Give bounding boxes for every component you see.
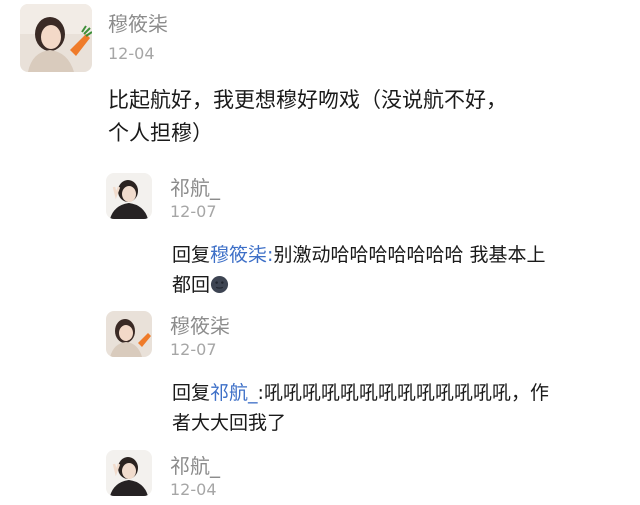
- avatar-reply-3[interactable]: [106, 450, 152, 496]
- avatar-reply-2[interactable]: [106, 311, 152, 357]
- comment-text-line-2: 个人担穆）: [108, 121, 213, 145]
- reply-1-text-line-1: 别激动哈哈哈哈哈哈哈 我基本上: [273, 244, 546, 266]
- girl-peace-sign-avatar-icon: [106, 173, 152, 219]
- timestamp-reply-2: 12-07: [170, 340, 217, 359]
- girl-peace-sign-avatar-icon: [106, 450, 152, 496]
- timestamp-main-comment: 12-04: [108, 44, 155, 63]
- reply-prefix: 回复: [172, 244, 211, 266]
- username-reply-2[interactable]: 穆筱柒: [170, 316, 230, 336]
- girl-with-carrot-avatar-icon: [106, 311, 152, 357]
- avatar-reply-1[interactable]: [106, 173, 152, 219]
- comment-text-line-1: 比起航好，我更想穆好吻戏（没说航不好，: [108, 88, 507, 112]
- mention-link[interactable]: 祁航_: [210, 382, 258, 404]
- avatar-main-comment[interactable]: [20, 4, 92, 72]
- username-reply-1[interactable]: 祁航_: [170, 178, 220, 198]
- girl-with-carrot-avatar-icon: [20, 4, 92, 72]
- timestamp-reply-1: 12-07: [170, 202, 217, 221]
- new-moon-face-icon: [210, 275, 229, 294]
- timestamp-reply-3: 12-04: [170, 480, 217, 499]
- reply-2-text-line-2: 者大大回我了: [172, 412, 287, 434]
- reply-1-text-line-2: 都回: [172, 274, 211, 296]
- reply-prefix: 回复: [172, 382, 211, 404]
- reply-2-text-line-1: 吼吼吼吼吼吼吼吼吼吼吼吼吼，作: [263, 382, 549, 404]
- reply-1-text: 回复穆筱柒:别激动哈哈哈哈哈哈哈 我基本上 都回: [172, 240, 632, 300]
- reply-2-text: 回复祁航_:吼吼吼吼吼吼吼吼吼吼吼吼吼，作 者大大回我了: [172, 378, 632, 438]
- username-main-comment[interactable]: 穆筱柒: [108, 14, 168, 34]
- comment-text: 比起航好，我更想穆好吻戏（没说航不好， 个人担穆）: [108, 84, 628, 150]
- username-reply-3[interactable]: 祁航_: [170, 456, 220, 476]
- mention-link[interactable]: 穆筱柒: [210, 244, 267, 266]
